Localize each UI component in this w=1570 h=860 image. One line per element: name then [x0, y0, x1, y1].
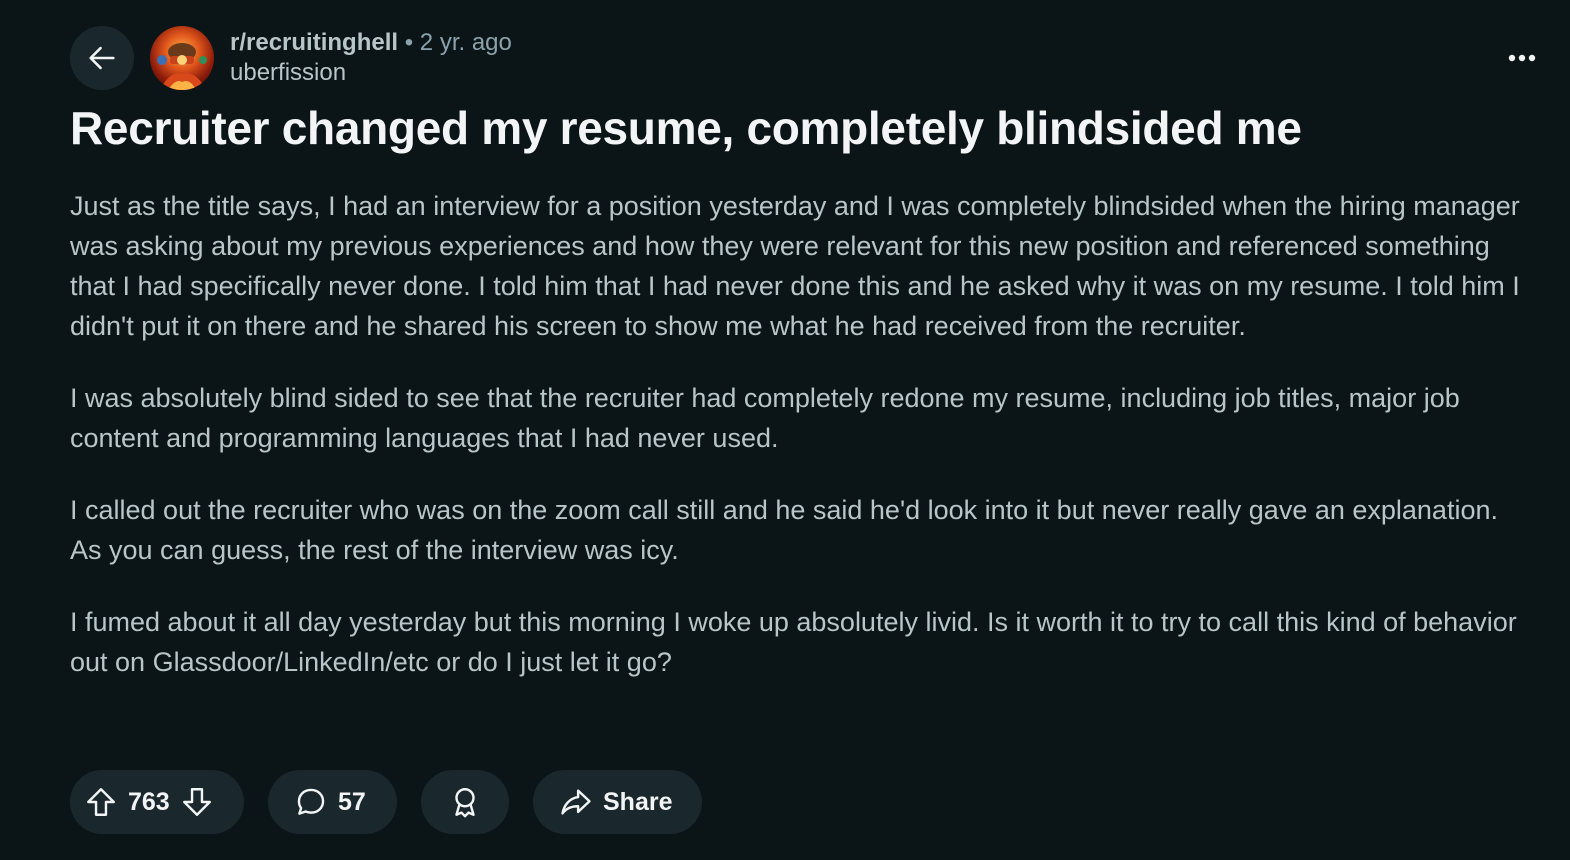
- arrow-left-icon: [89, 46, 115, 70]
- vote-control: 763: [70, 770, 244, 834]
- upvote-button[interactable]: [84, 785, 118, 819]
- post-body: Just as the title says, I had an intervi…: [70, 186, 1532, 714]
- share-icon-wrap: [559, 785, 593, 819]
- post-meta: r/recruitinghell • 2 yr. ago uberfission: [230, 28, 512, 88]
- post-meta-line: r/recruitinghell • 2 yr. ago: [230, 28, 512, 58]
- comment-icon-wrap: [294, 785, 328, 819]
- subreddit-avatar[interactable]: [150, 26, 214, 90]
- author-link[interactable]: uberfission: [230, 58, 512, 88]
- post-paragraph: I was absolutely blind sided to see that…: [70, 383, 1460, 453]
- subreddit-link[interactable]: r/recruitinghell: [230, 29, 398, 56]
- back-button[interactable]: [70, 26, 134, 90]
- downvote-button[interactable]: [180, 785, 214, 819]
- post-header: r/recruitinghell • 2 yr. ago uberfission: [70, 26, 1542, 90]
- post-action-bar: 763 57 Share: [70, 770, 702, 834]
- award-ribbon-icon: [455, 788, 475, 818]
- comments-button[interactable]: 57: [268, 770, 397, 834]
- post-page: r/recruitinghell • 2 yr. ago uberfission…: [0, 0, 1570, 860]
- share-label: Share: [603, 787, 673, 816]
- meta-separator: •: [404, 29, 414, 56]
- avatar-image: [157, 43, 207, 90]
- post-title: Recruiter changed my resume, completely …: [70, 102, 1302, 154]
- share-arrow-icon: [561, 789, 591, 815]
- comment-count: 57: [338, 787, 366, 816]
- more-options-button[interactable]: [1502, 38, 1542, 78]
- upvote-arrow-icon: [87, 788, 115, 816]
- post-paragraph: I fumed about it all day yesterday but t…: [70, 607, 1517, 677]
- post-paragraph: I called out the recruiter who was on th…: [70, 495, 1498, 565]
- more-horizontal-icon: [1508, 54, 1536, 62]
- vote-count: 763: [128, 787, 170, 816]
- post-age: 2 yr. ago: [419, 29, 512, 56]
- award-button[interactable]: [421, 770, 509, 834]
- comment-bubble-icon: [297, 788, 325, 815]
- post-paragraph: Just as the title says, I had an intervi…: [70, 191, 1520, 341]
- share-button[interactable]: Share: [533, 770, 702, 834]
- downvote-arrow-icon: [182, 788, 211, 816]
